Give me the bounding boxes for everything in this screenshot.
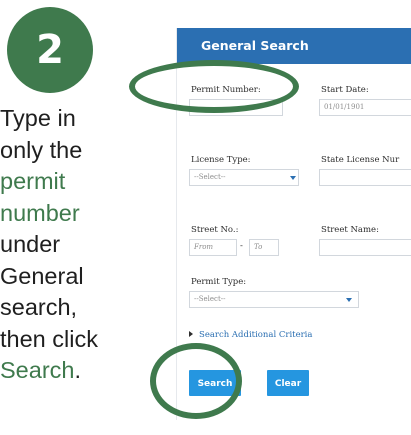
street-name-label: Street Name: xyxy=(321,225,379,235)
instruction-highlight: number xyxy=(0,199,80,226)
form-header: General Search xyxy=(177,28,411,64)
state-license-label: State License Nur xyxy=(321,155,400,165)
license-type-value: --Select-- xyxy=(194,173,226,181)
permit-number-label: Permit Number: xyxy=(191,85,261,95)
permit-type-value: --Select-- xyxy=(194,295,226,303)
instruction-text: Type in only the permit number under Gen… xyxy=(0,103,160,387)
step-number: 2 xyxy=(36,27,64,73)
instruction-line: then click xyxy=(0,325,98,352)
street-name-input[interactable] xyxy=(319,239,411,256)
street-no-label: Street No.: xyxy=(191,225,239,235)
permit-number-input[interactable] xyxy=(189,99,283,116)
search-additional-criteria-link[interactable]: Search Additional Criteria xyxy=(189,330,312,340)
street-no-to-input[interactable]: To xyxy=(249,239,279,256)
instruction-line: search, xyxy=(0,294,78,320)
street-no-dash: - xyxy=(240,241,243,251)
start-date-label: Start Date: xyxy=(321,85,369,95)
clear-button[interactable]: Clear xyxy=(267,370,309,396)
license-type-label: License Type: xyxy=(191,155,251,165)
permit-type-label: Permit Type: xyxy=(191,277,247,287)
state-license-input[interactable] xyxy=(319,169,411,186)
instruction-line: General xyxy=(0,262,84,289)
step-number-badge: 2 xyxy=(7,7,93,93)
start-date-input[interactable]: 01/01/1901 xyxy=(319,99,411,116)
chevron-down-icon xyxy=(290,176,296,180)
instruction-line: Type in xyxy=(0,105,76,131)
expand-triangle-icon xyxy=(189,331,193,337)
instruction-line: only the xyxy=(0,136,83,163)
street-no-from-input[interactable]: From xyxy=(189,239,237,256)
permit-type-select[interactable]: --Select-- xyxy=(189,291,359,308)
search-additional-criteria-label: Search Additional Criteria xyxy=(199,330,313,340)
general-search-form: General Search Permit Number: Start Date… xyxy=(176,28,411,420)
instruction-line: under xyxy=(0,231,61,257)
instruction-highlight: Search xyxy=(0,357,75,383)
instruction-highlight: permit xyxy=(0,168,66,194)
license-type-select[interactable]: --Select-- xyxy=(189,169,299,186)
instruction-line-last: Search. xyxy=(0,355,160,387)
chevron-down-icon xyxy=(346,298,352,302)
instruction-period: . xyxy=(74,357,81,383)
search-button[interactable]: Search xyxy=(189,370,241,396)
